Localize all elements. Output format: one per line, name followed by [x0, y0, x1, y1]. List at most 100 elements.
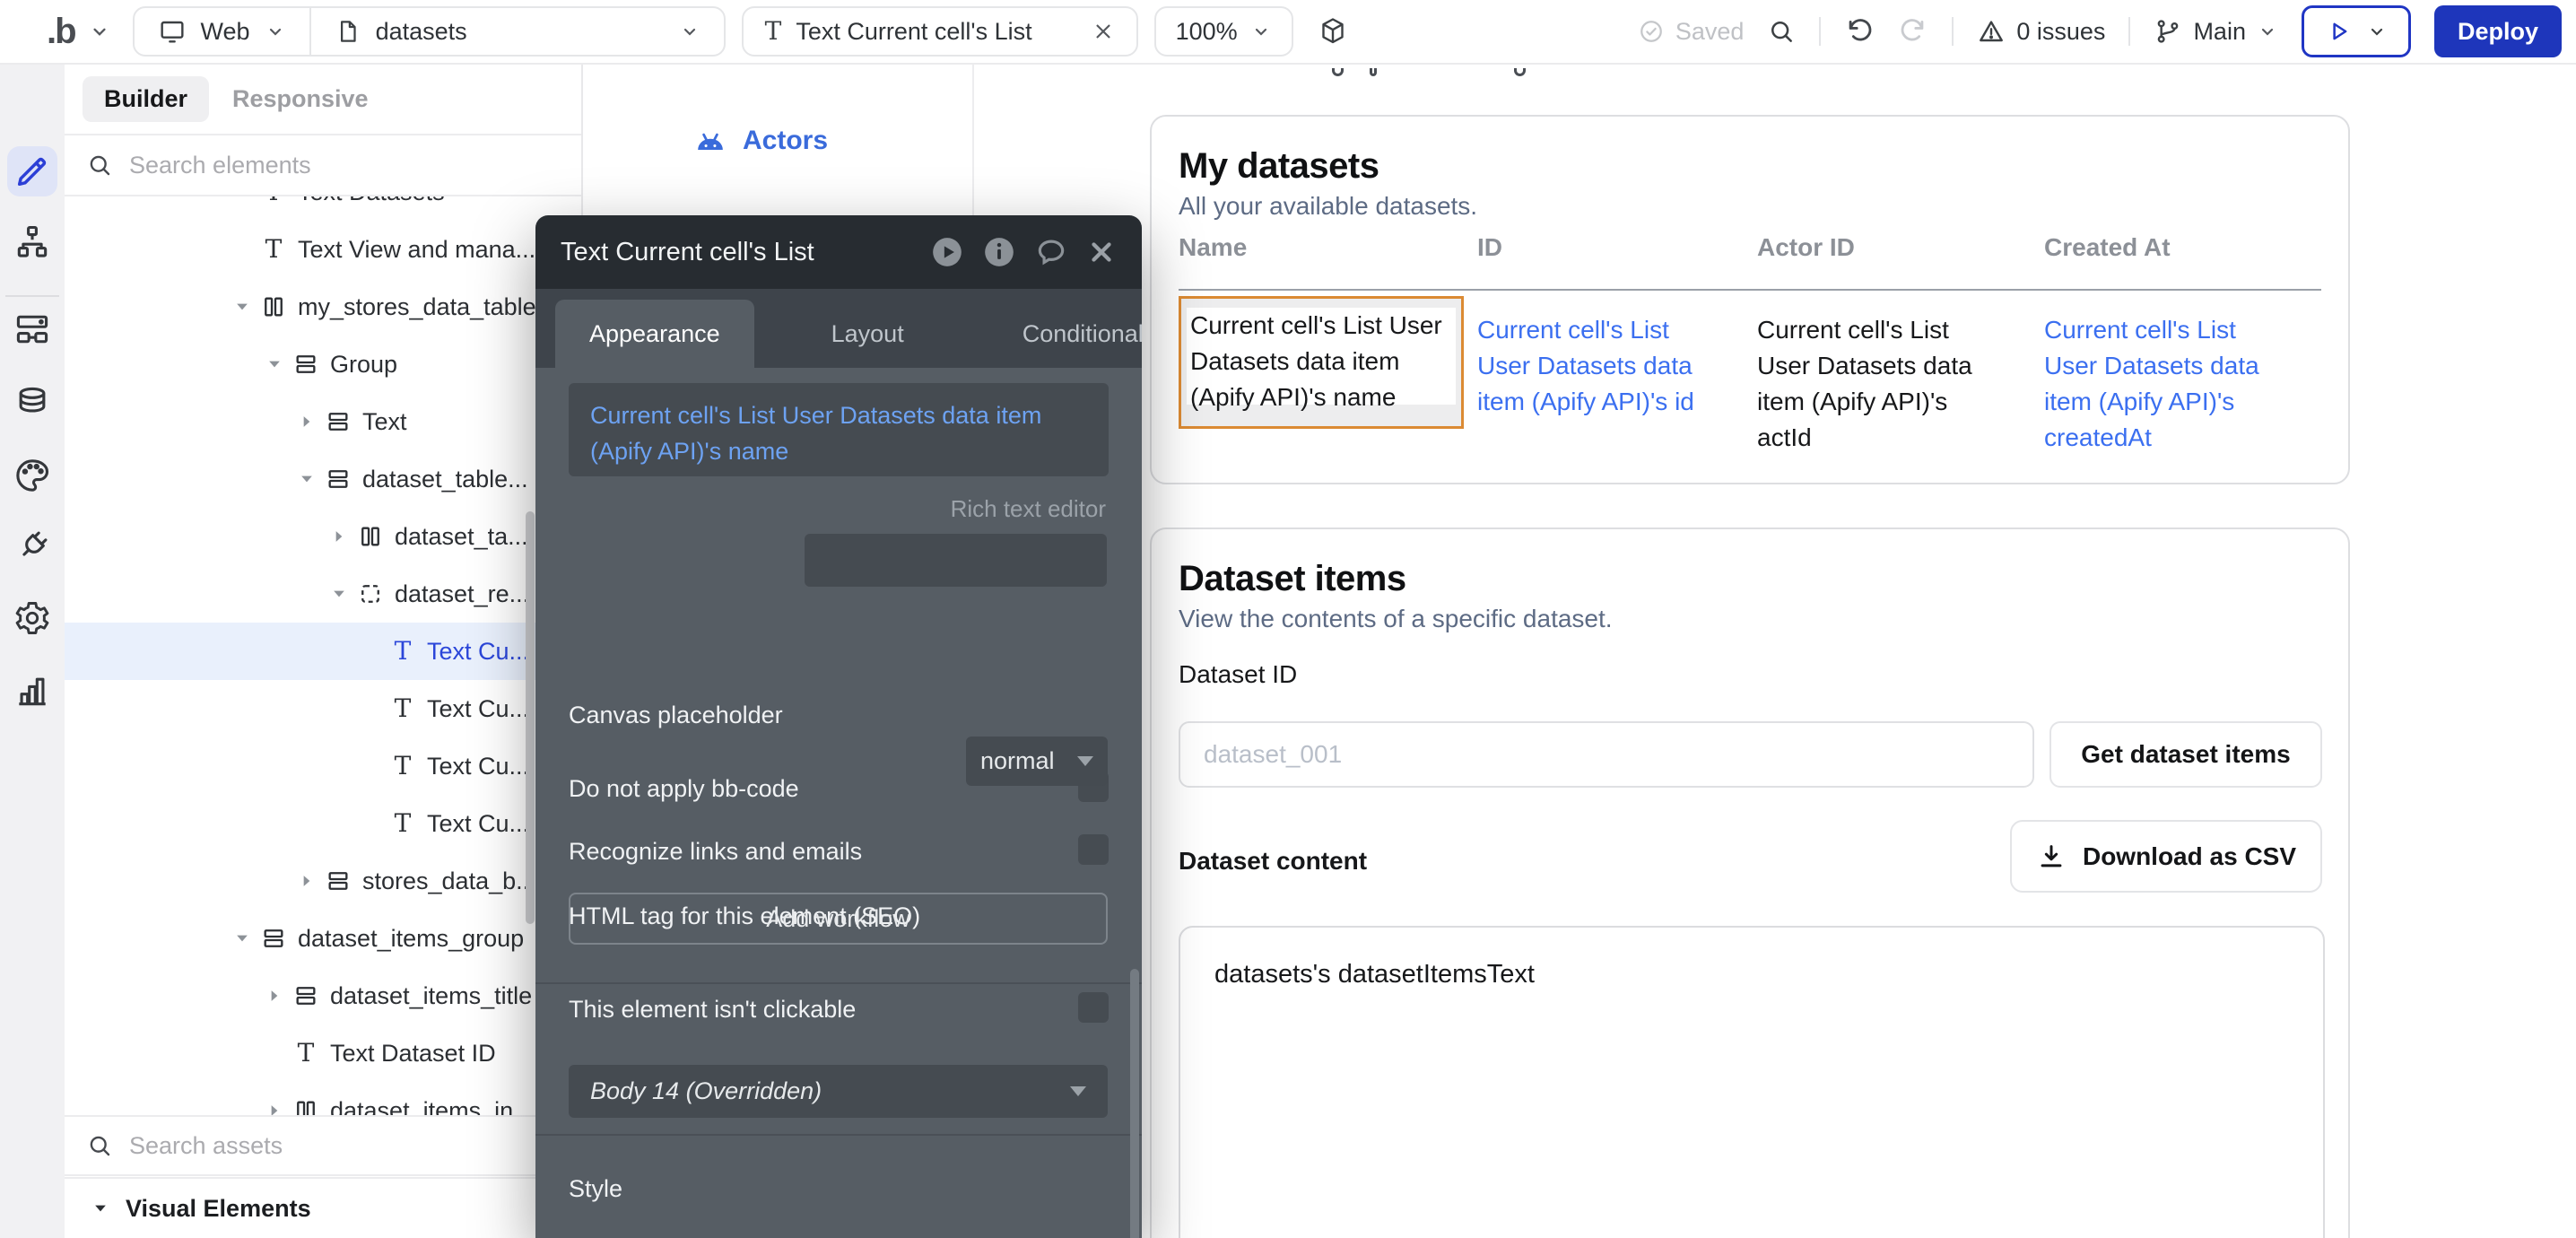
tree-item[interactable]: T Text Cu...: [65, 680, 581, 737]
page-dropdown[interactable]: datasets: [311, 8, 724, 55]
components-icon[interactable]: [0, 310, 65, 349]
settings-gear-icon[interactable]: [0, 598, 65, 638]
style-select[interactable]: Body 14 (Overridden): [569, 1065, 1108, 1118]
rich-text-editor-link[interactable]: Rich text editor: [951, 495, 1106, 523]
chevron-right-icon[interactable]: [323, 527, 355, 545]
close-icon[interactable]: [1092, 20, 1115, 43]
add-workflow-button[interactable]: Add workflow: [569, 893, 1108, 945]
chevron-down-icon[interactable]: [226, 298, 258, 316]
download-csv-label: Download as CSV: [2083, 842, 2296, 871]
comment-bubble-icon[interactable]: [1034, 235, 1068, 269]
chevron-right-icon[interactable]: [291, 413, 323, 431]
tree-item[interactable]: TText Cu...: [65, 623, 581, 680]
chevron-right-icon[interactable]: [258, 987, 291, 1005]
saved-label: Saved: [1675, 18, 1745, 46]
table-cell[interactable]: Current cell's List User Datasets data i…: [1757, 296, 2044, 456]
chevron-down-icon[interactable]: [226, 929, 258, 947]
open-element-tab[interactable]: T Text Current cell's List: [742, 6, 1138, 57]
redo-icon[interactable]: [1898, 16, 1928, 47]
zoom-control[interactable]: 100%: [1154, 6, 1293, 57]
selected-canvas-text-element[interactable]: Current cell's List User Datasets data i…: [1179, 296, 1464, 429]
tab-appearance[interactable]: Appearance: [555, 300, 754, 368]
nav-item-actors[interactable]: Actors: [692, 126, 828, 156]
deploy-button[interactable]: Deploy: [2434, 5, 2562, 57]
search-elements-input[interactable]: [129, 152, 470, 179]
check-circle-icon: [1638, 18, 1665, 45]
tab-layout[interactable]: Layout: [797, 300, 938, 368]
tree-item-label: Text Cu...: [427, 695, 529, 723]
styles-palette-icon[interactable]: [0, 456, 65, 495]
logs-chart-icon[interactable]: [0, 671, 65, 711]
chevron-down-icon[interactable]: [323, 585, 355, 603]
html-tag-select[interactable]: normal: [966, 737, 1108, 786]
undo-icon[interactable]: [1844, 16, 1875, 47]
table-cell[interactable]: Current cell's List User Datasets data i…: [1477, 296, 1757, 456]
chevron-down-icon[interactable]: [291, 470, 323, 488]
tree-item[interactable]: TText View and mana...: [65, 221, 581, 278]
preview-button[interactable]: [2302, 5, 2411, 57]
app-logo-menu[interactable]: .b: [47, 12, 111, 52]
run-play-icon[interactable]: [930, 235, 964, 269]
info-icon[interactable]: [982, 235, 1016, 269]
text-element-icon: T: [387, 696, 418, 721]
text-content-expression[interactable]: Current cell's List User Datasets data i…: [569, 383, 1109, 476]
tab-label: Text Current cell's List: [796, 18, 1031, 46]
property-editor-title: Text Current cell's List: [561, 238, 814, 267]
chevron-right-icon[interactable]: [291, 872, 323, 890]
page-label: datasets: [376, 18, 467, 46]
tree-item[interactable]: TText Cu...: [65, 737, 581, 795]
chevron-down-icon: [88, 20, 111, 43]
database-icon[interactable]: [0, 383, 65, 423]
tree-item[interactable]: dataset_table...: [65, 450, 581, 508]
tab-builder[interactable]: Builder: [83, 76, 209, 122]
chevron-down-icon[interactable]: [258, 355, 291, 373]
tree-item[interactable]: dataset_items_group: [65, 910, 581, 967]
plugins-plug-icon[interactable]: [0, 527, 65, 566]
tree-item-label: Text Cu...: [427, 810, 529, 838]
datasets-table-row[interactable]: Current cell's List User Datasets data i…: [1179, 296, 2321, 456]
sitemap-icon[interactable]: [0, 222, 65, 262]
property-editor-header[interactable]: Text Current cell's List: [535, 215, 1142, 289]
tree-scrollbar[interactable]: [526, 511, 535, 924]
monitor-icon: [158, 17, 187, 46]
chevron-down-icon: [2257, 21, 2278, 42]
tree-item[interactable]: dataset_re...: [65, 565, 581, 623]
close-icon[interactable]: [1086, 237, 1117, 267]
tree-item[interactable]: TText Cu...: [65, 795, 581, 852]
rows-element-icon: [258, 926, 289, 951]
get-dataset-items-button[interactable]: Get dataset items: [2049, 721, 2322, 788]
tree-item[interactable]: dataset_ta...: [65, 508, 581, 565]
tree-item[interactable]: my_stores_data_table: [65, 278, 581, 336]
tree-item[interactable]: dataset_items_title: [65, 967, 581, 1024]
branch-selector[interactable]: Main: [2154, 17, 2278, 46]
actors-label: Actors: [743, 126, 828, 156]
not-clickable-checkbox[interactable]: [1078, 992, 1109, 1023]
robot-icon: [692, 126, 728, 156]
zoom-level: 100%: [1176, 18, 1238, 46]
dataset-id-input[interactable]: [1179, 721, 2034, 788]
platform-dropdown[interactable]: Web: [135, 8, 309, 55]
tree-item[interactable]: Text: [65, 393, 581, 450]
canvas-placeholder-input[interactable]: [805, 534, 1107, 587]
table-cell[interactable]: Current cell's List User Datasets data i…: [2044, 296, 2321, 456]
panel-scrollbar[interactable]: [1130, 969, 1139, 1238]
chevron-right-icon[interactable]: [258, 1102, 291, 1115]
download-csv-button[interactable]: Download as CSV: [2010, 820, 2322, 893]
text-element-icon: T: [765, 19, 782, 44]
tree-item[interactable]: Group: [65, 336, 581, 393]
search-icon[interactable]: [1767, 17, 1796, 46]
element-tree: TText DatasetsTText View and mana...my_s…: [65, 196, 581, 1115]
search-assets-input[interactable]: [129, 1132, 470, 1160]
design-pencil-icon[interactable]: [0, 152, 65, 191]
tab-conditional[interactable]: Conditional: [988, 300, 1178, 368]
chevron-down-icon: [265, 21, 286, 42]
tree-item[interactable]: TText Dataset ID: [65, 1024, 581, 1082]
3d-box-icon[interactable]: [1317, 15, 1349, 48]
issues-indicator[interactable]: 0 issues: [1977, 17, 2105, 46]
tree-item[interactable]: dataset_items_in...: [65, 1082, 581, 1115]
recognize-links-checkbox[interactable]: [1078, 834, 1109, 865]
tab-responsive[interactable]: Responsive: [232, 85, 369, 113]
tree-item[interactable]: TText Datasets: [65, 196, 581, 221]
visual-elements-section[interactable]: Visual Elements: [65, 1177, 581, 1238]
tree-item[interactable]: stores_data_b...: [65, 852, 581, 910]
